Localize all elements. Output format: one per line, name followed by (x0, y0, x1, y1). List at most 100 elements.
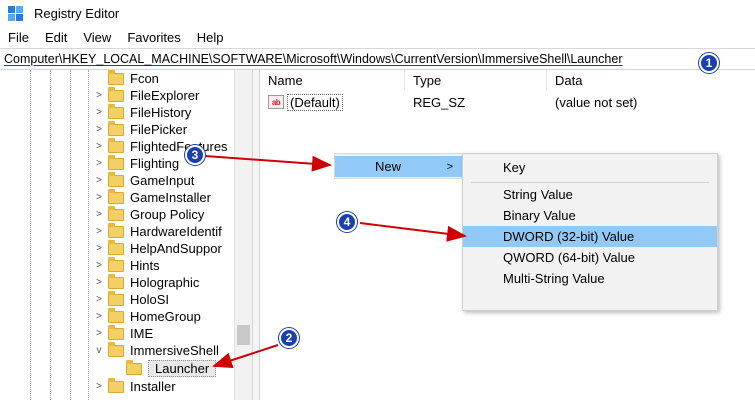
tree-item-ime[interactable]: > IME (94, 324, 153, 342)
tree-item-gameinput[interactable]: > GameInput (94, 171, 194, 189)
expander-icon[interactable]: > (94, 107, 104, 118)
folder-icon (126, 359, 142, 375)
tree-item-label: Hints (130, 258, 160, 273)
column-header-name[interactable]: Name (260, 70, 405, 90)
tree-item-holosi[interactable]: > HoloSI (94, 290, 169, 308)
folder-icon (108, 341, 124, 357)
new-submenu: Key String Value Binary Value DWORD (32-… (462, 153, 718, 311)
tree-item-hints[interactable]: > Hints (94, 256, 160, 274)
tree-item-filehistory[interactable]: > FileHistory (94, 103, 192, 121)
column-header-data[interactable]: Data (547, 70, 747, 90)
folder-icon (108, 171, 124, 187)
tree-item-label: FileExplorer (130, 88, 200, 103)
tree-item-label: HelpAndSuppor (130, 241, 222, 256)
expander-icon[interactable]: > (94, 328, 104, 339)
tree-item-immersiveshell[interactable]: v ImmersiveShell (94, 341, 219, 359)
expander-icon[interactable]: > (94, 124, 104, 135)
tree-item-flightedfeatures[interactable]: > FlightedFeatures (94, 137, 228, 155)
tree-item-label: HardwareIdentif (130, 224, 222, 239)
tree-item-helpandsuppor[interactable]: > HelpAndSuppor (94, 239, 222, 257)
folder-icon (108, 188, 124, 204)
window-title: Registry Editor (34, 6, 120, 21)
folder-icon (108, 154, 124, 170)
step-badge-1: 1 (699, 53, 719, 73)
menu-separator (471, 182, 709, 183)
folder-icon (108, 205, 124, 221)
submenu-item-label: String Value (503, 187, 573, 202)
tree-item-filepicker[interactable]: > FilePicker (94, 120, 187, 138)
expander-icon[interactable]: > (94, 294, 104, 305)
step-badge-2: 2 (279, 328, 299, 348)
expander-icon[interactable]: > (94, 277, 104, 288)
tree-item-homegroup[interactable]: > HomeGroup (94, 307, 201, 325)
menu-file[interactable]: File (8, 30, 29, 45)
submenu-item-label: DWORD (32-bit) Value (503, 229, 635, 244)
menu-help[interactable]: Help (197, 30, 224, 45)
menu-favorites[interactable]: Favorites (127, 30, 180, 45)
expander-icon[interactable]: > (94, 226, 104, 237)
address-bar[interactable]: Computer\HKEY_LOCAL_MACHINE\SOFTWARE\Mic… (0, 48, 755, 70)
folder-icon (108, 103, 124, 119)
expander-icon[interactable]: > (94, 175, 104, 186)
folder-icon (108, 273, 124, 289)
submenu-item-label: Binary Value (503, 208, 576, 223)
folder-icon (108, 70, 124, 85)
tree-guide-line (50, 70, 51, 400)
expander-icon[interactable]: > (94, 158, 104, 169)
value-row-default[interactable]: ab (Default) (268, 92, 343, 112)
expander-icon[interactable]: > (94, 192, 104, 203)
folder-icon (108, 239, 124, 255)
tree-item-label: ImmersiveShell (130, 343, 219, 358)
expander-icon[interactable]: > (94, 260, 104, 271)
value-name[interactable]: (Default) (287, 93, 343, 111)
submenu-item-qword-value[interactable]: QWORD (64-bit) Value (463, 247, 717, 268)
tree-item-fileexplorer[interactable]: > FileExplorer (94, 86, 200, 104)
tree-guides (0, 70, 100, 400)
expander-icon[interactable]: > (94, 209, 104, 220)
submenu-item-multi-string-value[interactable]: Multi-String Value (463, 268, 717, 289)
submenu-item-label: Key (503, 160, 526, 175)
step-badge-3: 3 (185, 145, 205, 165)
value-data: (value not set) (555, 94, 638, 110)
expander-icon[interactable]: > (94, 381, 104, 392)
address-path[interactable]: Computer\HKEY_LOCAL_MACHINE\SOFTWARE\Mic… (4, 52, 622, 66)
expander-icon[interactable]: > (94, 141, 104, 152)
tree-guide-line (88, 70, 89, 400)
registry-icon (8, 5, 24, 22)
folder-icon (108, 222, 124, 238)
folder-icon (108, 256, 124, 272)
submenu-item-dword-value[interactable]: DWORD (32-bit) Value (463, 226, 717, 247)
tree-item-flighting[interactable]: > Flighting (94, 154, 180, 172)
expander-icon[interactable]: > (94, 90, 104, 101)
menu-item-new[interactable]: New > (335, 156, 463, 177)
folder-icon (108, 377, 124, 393)
tree-item-holographic[interactable]: > Holographic (94, 273, 200, 291)
submenu-item-key[interactable]: Key (463, 157, 717, 178)
tree-item-label: Holographic (130, 275, 200, 290)
tree-item-group-policy[interactable]: > Group Policy (94, 205, 204, 223)
tree-item-installer[interactable]: > Installer (94, 377, 176, 395)
submenu-item-string-value[interactable]: String Value (463, 184, 717, 205)
folder-icon (108, 86, 124, 102)
folder-icon (108, 120, 124, 136)
expander-icon[interactable]: > (94, 243, 104, 254)
tree-item-launcher[interactable]: Launcher (112, 359, 217, 377)
expander-icon[interactable]: v (94, 345, 104, 356)
step-badge-4: 4 (337, 212, 357, 232)
tree-item-label: HomeGroup (130, 309, 201, 324)
menu-view[interactable]: View (83, 30, 111, 45)
pane-splitter[interactable] (252, 70, 260, 400)
submenu-item-binary-value[interactable]: Binary Value (463, 205, 717, 226)
tree-item-label: Flighting (130, 156, 180, 171)
scroll-thumb[interactable] (237, 325, 250, 345)
tree-item-gameinstaller[interactable]: > GameInstaller (94, 188, 211, 206)
tree-item-fcon[interactable]: Fcon (94, 70, 159, 87)
column-header-type[interactable]: Type (405, 70, 547, 90)
tree-scrollbar[interactable] (234, 70, 252, 400)
menu-edit[interactable]: Edit (45, 30, 67, 45)
expander-icon[interactable]: > (94, 311, 104, 322)
tree-item-hardwareidentif[interactable]: > HardwareIdentif (94, 222, 222, 240)
tree-item-label: FileHistory (130, 105, 192, 120)
tree-item-label: GameInstaller (130, 190, 211, 205)
menu-bar: File Edit View Favorites Help (0, 27, 755, 47)
